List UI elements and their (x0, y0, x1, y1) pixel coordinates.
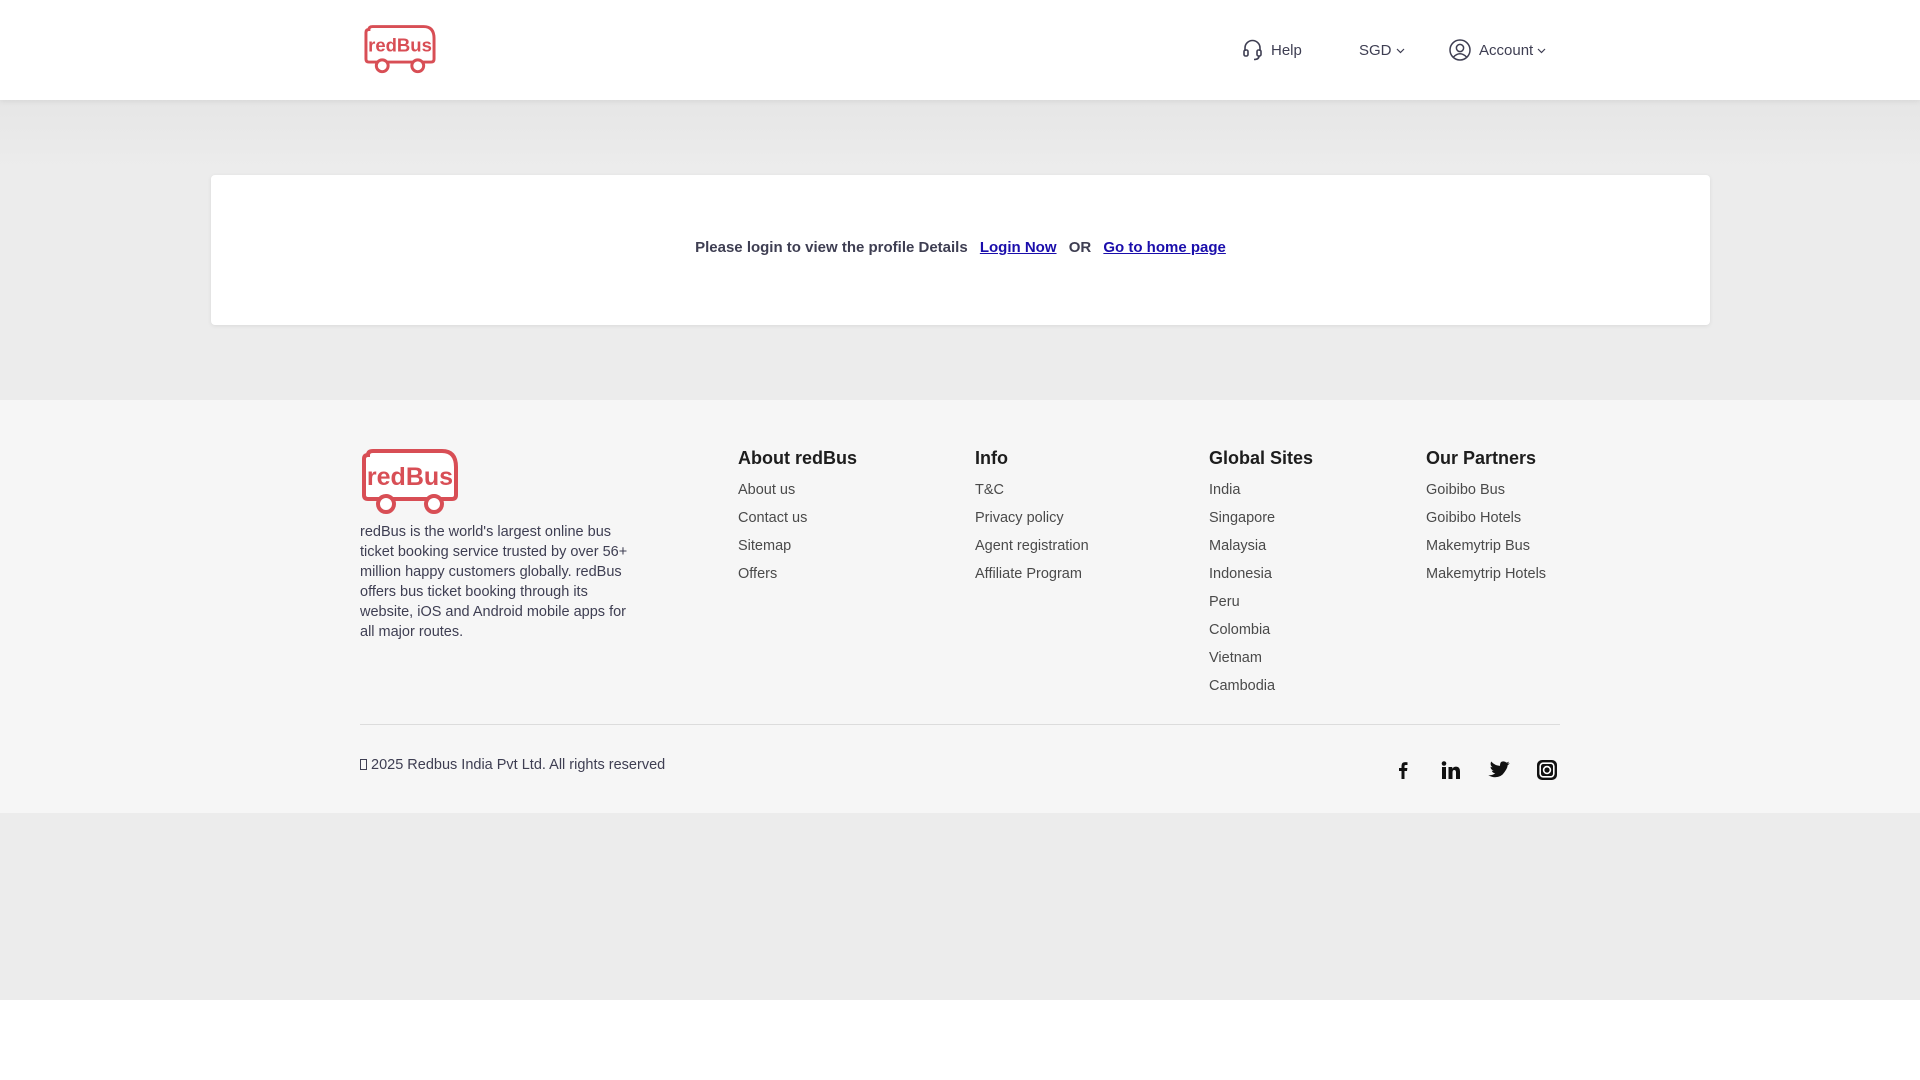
twitter-icon[interactable] (1487, 758, 1511, 782)
footer-redbus-logo[interactable]: redBus (360, 449, 460, 515)
footer-link-sitemap[interactable]: Sitemap (738, 532, 857, 560)
currency-selector[interactable]: SGD (1359, 36, 1405, 64)
login-message: Please login to view the profile Details (695, 239, 968, 256)
footer-link-singapore[interactable]: Singapore (1209, 504, 1313, 532)
login-now-link[interactable]: Login Now (980, 239, 1057, 256)
about-description: redBus is the world's largest online bus… (360, 524, 628, 640)
linkedin-icon[interactable] (1439, 758, 1463, 782)
column-title: Global Sites (1209, 448, 1314, 468)
chevron-down-icon (1396, 48, 1405, 54)
footer-column-partners: Our Partners Goibibo Bus Goibibo Hotels … (1426, 446, 1546, 588)
headset-icon (1242, 39, 1263, 61)
account-label: Account (1479, 41, 1534, 59)
footer-link-makemytrip-hotels[interactable]: Makemytrip Hotels (1426, 560, 1546, 588)
column-title: Info (975, 448, 1008, 468)
footer-link-goibibo-bus[interactable]: Goibibo Bus (1426, 476, 1546, 504)
footer-link-about-us[interactable]: About us (738, 476, 857, 504)
login-prompt: Please login to view the profile Details… (211, 239, 1710, 256)
footer-link-indonesia[interactable]: Indonesia (1209, 560, 1313, 588)
help-link[interactable]: Help (1242, 36, 1302, 64)
user-circle-icon (1449, 39, 1471, 61)
top-header: redBus Help SGD Account (0, 0, 1920, 100)
footer-link-india[interactable]: India (1209, 476, 1313, 504)
facebook-icon[interactable] (1391, 758, 1415, 782)
footer: redBus redBus is the world's largest onl… (0, 400, 1920, 813)
instagram-icon[interactable] (1535, 758, 1559, 782)
footer-link-privacy-policy[interactable]: Privacy policy (975, 504, 1089, 532)
footer-link-contact-us[interactable]: Contact us (738, 504, 857, 532)
svg-text:redBus: redBus (367, 463, 453, 491)
footer-link-tc[interactable]: T&C (975, 476, 1089, 504)
column-title: Our Partners (1426, 448, 1537, 468)
footer-link-vietnam[interactable]: Vietnam (1209, 644, 1313, 672)
footer-column-info: Info T&C Privacy policy Agent registrati… (975, 446, 1089, 588)
footer-link-cambodia[interactable]: Cambodia (1209, 672, 1313, 700)
footer-column-about: About redBus About us Contact us Sitemap… (738, 446, 857, 588)
footer-link-malaysia[interactable]: Malaysia (1209, 532, 1313, 560)
help-label: Help (1271, 41, 1302, 59)
footer-link-colombia[interactable]: Colombia (1209, 616, 1313, 644)
svg-text:redBus: redBus (368, 35, 432, 56)
copyright: 2025 Redbus India Pvt Ltd. All rights re… (360, 757, 665, 773)
go-to-home-link[interactable]: Go to home page (1103, 239, 1226, 256)
or-text: OR (1068, 239, 1092, 256)
bottom-blank-area (0, 813, 1920, 1000)
account-menu[interactable]: Account (1449, 36, 1546, 64)
footer-link-agent-registration[interactable]: Agent registration (975, 532, 1089, 560)
login-prompt-card: Please login to view the profile Details… (211, 175, 1710, 325)
copyright-glyph-icon (360, 759, 367, 770)
chevron-down-icon (1537, 48, 1546, 54)
column-title: About redBus (738, 448, 857, 468)
copyright-text: 2025 Redbus India Pvt Ltd. All rights re… (371, 757, 666, 773)
footer-divider (360, 724, 1560, 725)
footer-column-global-sites: Global Sites India Singapore Malaysia In… (1209, 446, 1313, 700)
footer-link-peru[interactable]: Peru (1209, 588, 1313, 616)
footer-link-affiliate-program[interactable]: Affiliate Program (975, 560, 1089, 588)
footer-link-offers[interactable]: Offers (738, 560, 857, 588)
footer-link-makemytrip-bus[interactable]: Makemytrip Bus (1426, 532, 1546, 560)
redbus-logo[interactable]: redBus (363, 25, 437, 74)
footer-link-goibibo-hotels[interactable]: Goibibo Hotels (1426, 504, 1546, 532)
currency-label: SGD (1359, 41, 1392, 59)
header-shadow (0, 100, 1920, 170)
